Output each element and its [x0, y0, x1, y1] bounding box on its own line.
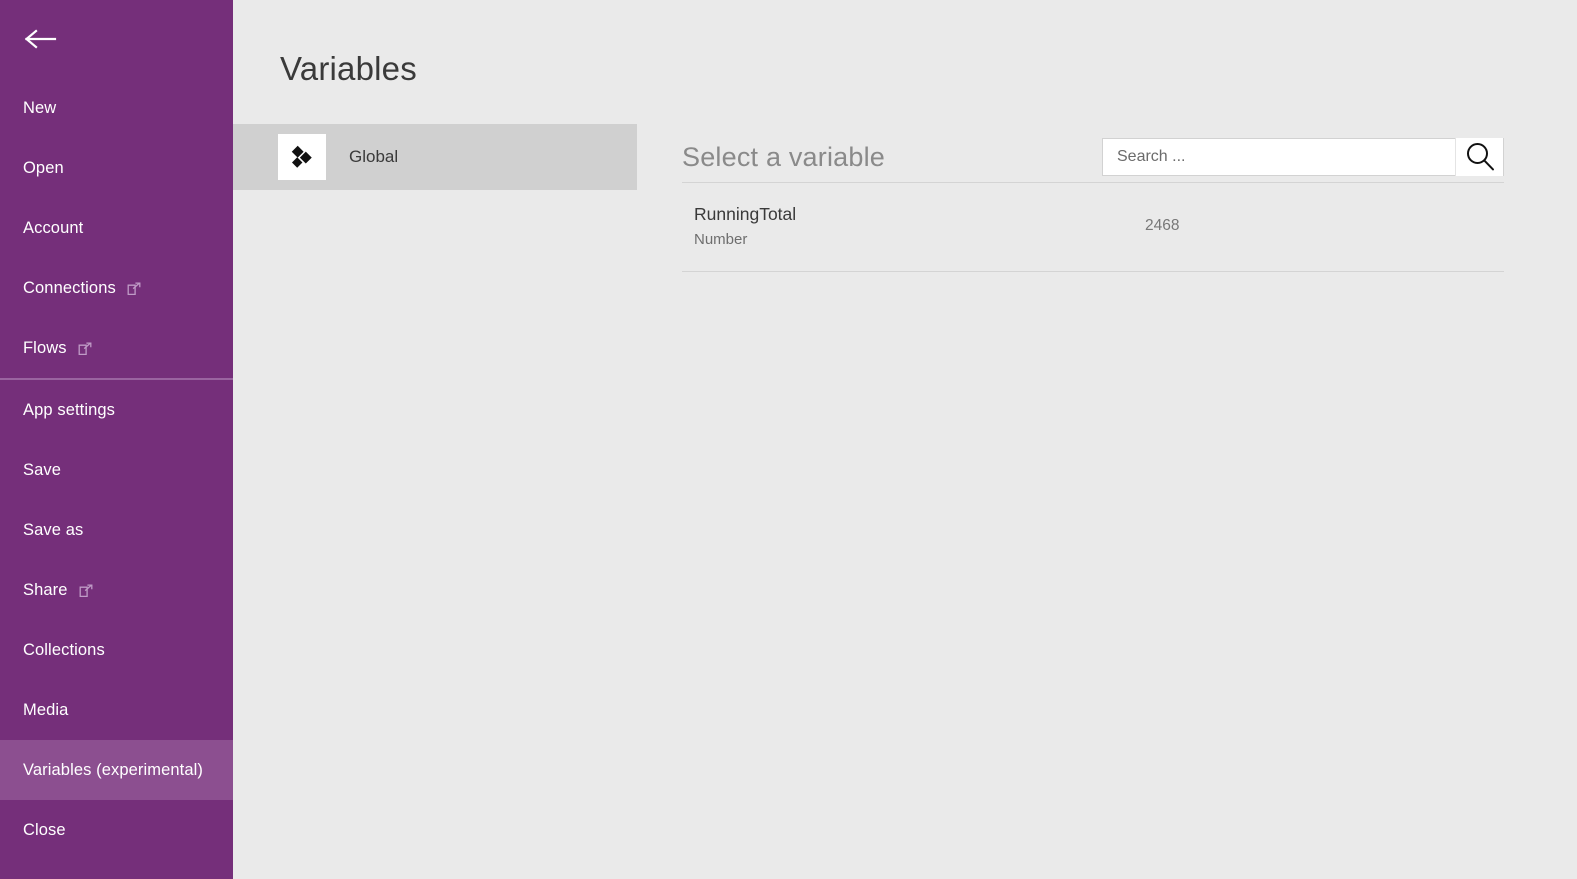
- search-icon[interactable]: [1455, 138, 1503, 176]
- sidebar-item-label: Close: [23, 820, 66, 839]
- external-link-icon: [127, 282, 141, 296]
- sidebar-item-app-settings[interactable]: App settings: [0, 380, 233, 440]
- back-arrow-icon[interactable]: [22, 24, 58, 54]
- sidebar-item-label: Account: [23, 218, 84, 237]
- sidebar-item-label: Collections: [23, 640, 105, 659]
- table-row[interactable]: RunningTotal Number 2468: [682, 183, 1504, 271]
- scope-item-label: Global: [349, 147, 399, 166]
- sidebar-item-save[interactable]: Save: [0, 440, 233, 500]
- search-input[interactable]: [1103, 139, 1453, 175]
- external-link-icon: [79, 584, 93, 598]
- sidebar-item-media[interactable]: Media: [0, 680, 233, 740]
- sidebar-item-share[interactable]: Share: [0, 560, 233, 620]
- diamonds-icon: [278, 134, 326, 180]
- sidebar-item-connections[interactable]: Connections: [0, 258, 233, 318]
- variables-main-content: Select a variable RunningTotal Number 24…: [637, 0, 1577, 879]
- external-link-icon: [78, 342, 92, 356]
- sidebar-item-label: Variables (experimental): [23, 760, 204, 779]
- sidebar-item-label: Flows: [23, 338, 67, 357]
- page-title: Variables: [280, 50, 417, 87]
- back-row: [0, 0, 233, 78]
- sidebar-item-close[interactable]: Close: [0, 800, 233, 860]
- sidebar-item-label: Media: [23, 700, 69, 719]
- backstage-sidebar: New Open Account Connections Flows App s…: [0, 0, 233, 879]
- search-box[interactable]: [1102, 138, 1504, 176]
- sidebar-item-label: Share: [23, 580, 68, 599]
- variable-type: Number: [694, 231, 748, 248]
- sidebar-item-flows[interactable]: Flows: [0, 318, 233, 378]
- sidebar-item-save-as[interactable]: Save as: [0, 500, 233, 560]
- sidebar-item-label: New: [23, 98, 57, 117]
- sidebar-item-collections[interactable]: Collections: [0, 620, 233, 680]
- main-header: Select a variable: [682, 131, 1504, 183]
- sidebar-item-account[interactable]: Account: [0, 198, 233, 258]
- sidebar-item-label: Connections: [23, 278, 116, 297]
- variable-scope-list: Global: [233, 124, 637, 190]
- power-apps-backstage: New Open Account Connections Flows App s…: [0, 0, 1577, 879]
- variable-name: RunningTotal: [694, 204, 797, 224]
- select-a-variable-title: Select a variable: [682, 141, 886, 172]
- sidebar-item-label: Save as: [23, 520, 84, 539]
- sidebar-item-new[interactable]: New: [0, 78, 233, 138]
- sidebar-item-label: Save: [23, 460, 62, 479]
- scope-item-global[interactable]: Global: [233, 124, 637, 190]
- sidebar-item-variables[interactable]: Variables (experimental): [0, 740, 233, 800]
- variables-list-bottom-rule: [682, 271, 1504, 272]
- sidebar-item-label: Open: [23, 158, 64, 177]
- variables-panel: Variables Global: [233, 0, 638, 879]
- sidebar-item-open[interactable]: Open: [0, 138, 233, 198]
- variable-value: 2468: [1145, 217, 1180, 234]
- sidebar-item-label: App settings: [23, 400, 116, 419]
